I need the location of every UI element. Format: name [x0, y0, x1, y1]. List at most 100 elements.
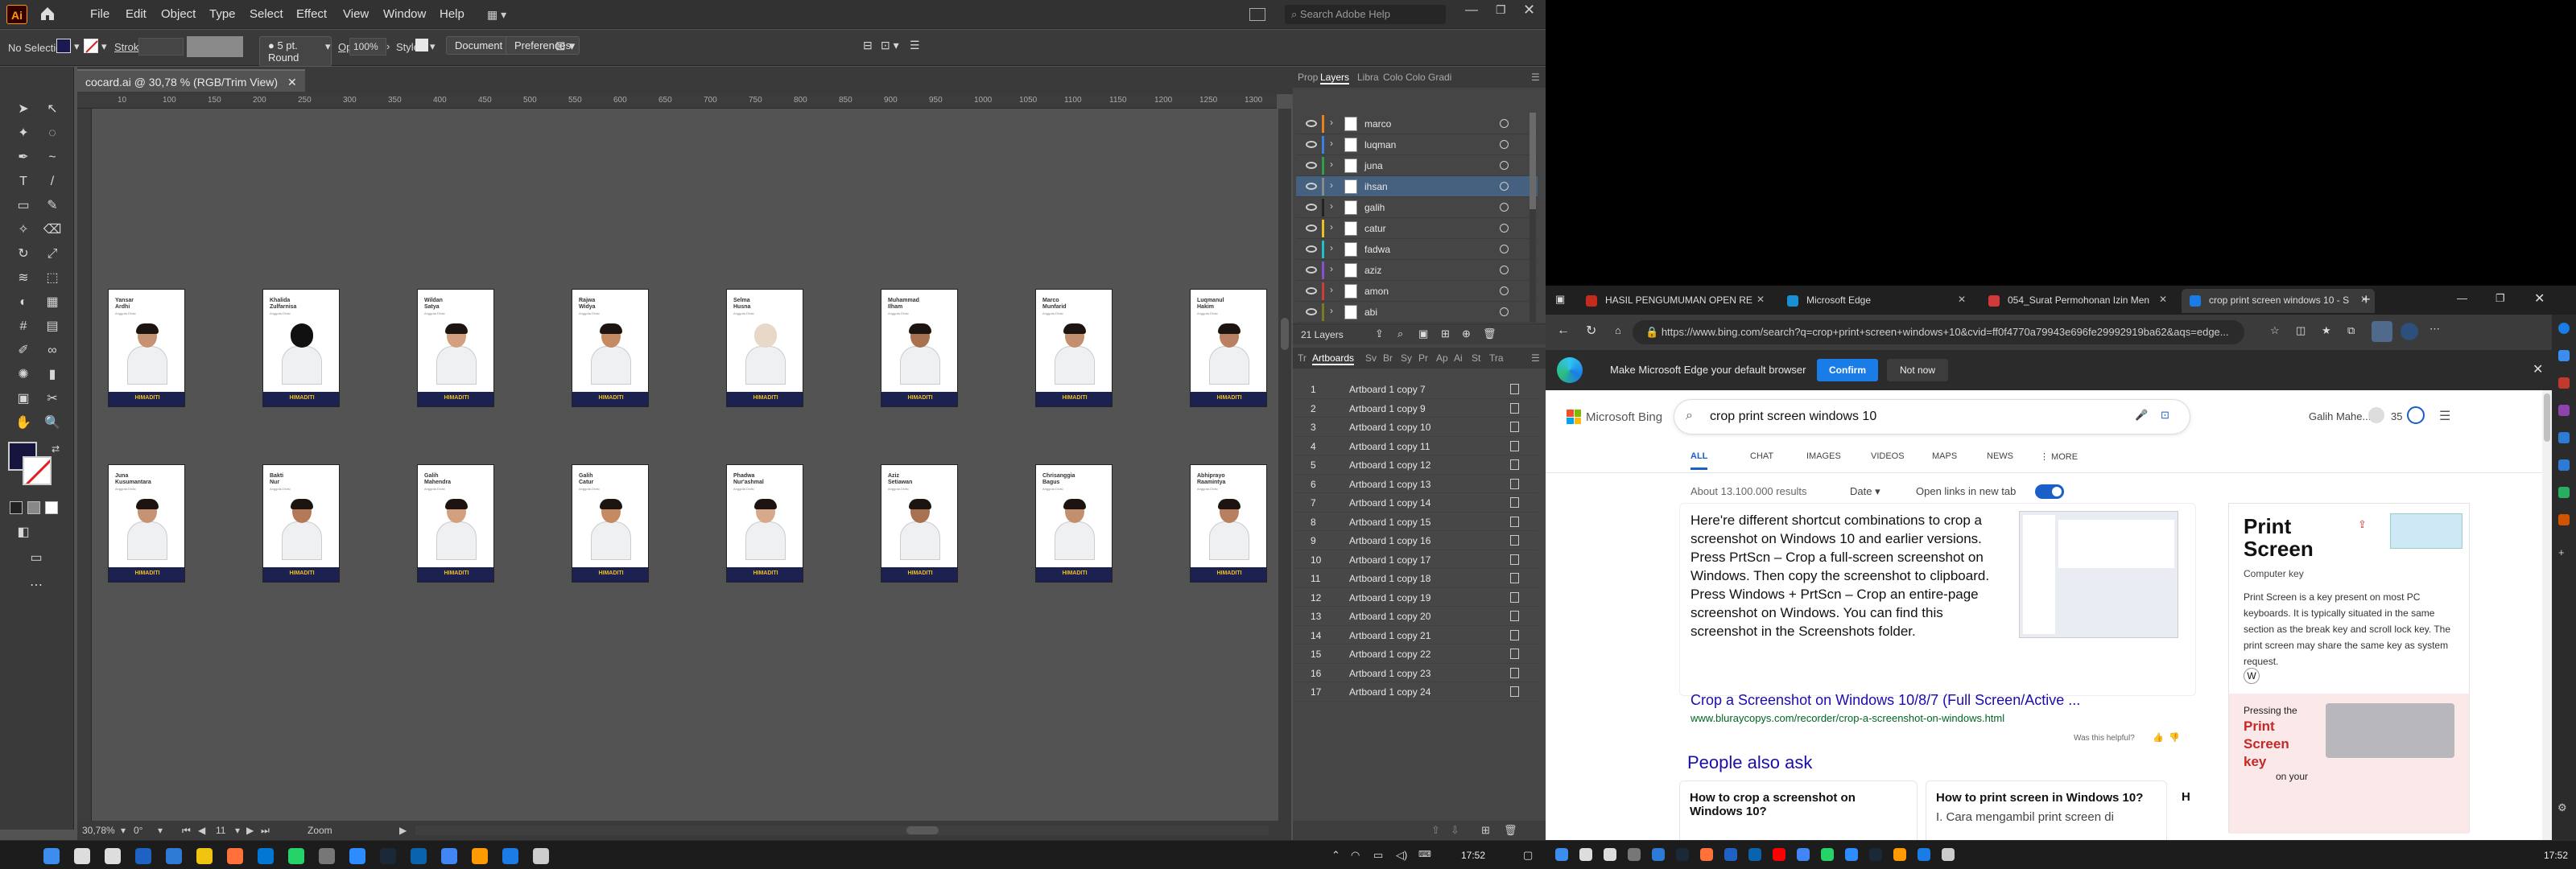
tab-appearance[interactable]: Ap — [1436, 352, 1448, 364]
layer-name[interactable]: galih — [1364, 202, 1385, 213]
new-artboard-icon[interactable]: ⊞ — [1481, 824, 1490, 837]
id-card[interactable]: Galih Mahendra Anggota Divisi HIMADITI — [417, 464, 494, 583]
url-field[interactable]: 🔒 https://www.bing.com/search?q=crop+pri… — [1633, 320, 2244, 344]
firefox-icon[interactable] — [227, 848, 243, 864]
hamburger-menu-icon[interactable]: ☰ — [2439, 408, 2450, 424]
zoom-icon[interactable] — [1845, 848, 1858, 861]
artboard-canvas[interactable]: Yansar Ardhi Anggota Divisi HIMADITI Khali… — [92, 109, 1277, 821]
brush-dropdown-icon[interactable]: ▾ — [325, 40, 331, 53]
shaper-tool-icon[interactable]: ✧ — [13, 220, 34, 241]
expand-chevron-icon[interactable]: › — [1330, 305, 1333, 316]
delete-artboard-icon[interactable]: 🗑 — [1504, 824, 1517, 837]
menu-edit[interactable]: Edit — [126, 7, 147, 21]
id-card[interactable]: Luqmanul Hakim Anggota Divisi HIMADITI — [1190, 289, 1267, 407]
menu-effect[interactable]: Effect — [296, 7, 327, 21]
settings-icon[interactable] — [1628, 848, 1641, 861]
zoom-dropdown-icon[interactable]: ▾ — [121, 825, 126, 836]
layer-name[interactable]: catur — [1364, 223, 1386, 234]
artboard-name[interactable]: Artboard 1 copy 24 — [1349, 686, 1430, 698]
artboard-options-icon[interactable] — [1510, 516, 1519, 527]
next-artboard-icon[interactable]: ▶ — [246, 825, 254, 836]
target-circle-icon[interactable] — [1500, 140, 1509, 149]
steam-icon[interactable] — [380, 848, 396, 864]
artboard-name[interactable]: Artboard 1 copy 23 — [1349, 668, 1430, 679]
expand-chevron-icon[interactable]: › — [1330, 221, 1333, 233]
edit-toolbar-icon[interactable]: ⋯ — [26, 575, 47, 596]
layer-row[interactable]: › luqman — [1296, 134, 1538, 155]
artboard-name[interactable]: Artboard 1 copy 21 — [1349, 630, 1430, 641]
thumbs-down-icon[interactable]: 👎 — [2169, 732, 2180, 743]
refresh-icon[interactable]: ↻ — [1586, 323, 1596, 339]
tab-align[interactable]: Ai — [1454, 352, 1463, 364]
artboard-row[interactable]: 7 Artboard 1 copy 14 — [1296, 493, 1538, 513]
none-mode-icon[interactable] — [45, 501, 58, 514]
layer-row[interactable]: › marco — [1296, 113, 1538, 134]
minimize-button[interactable]: — — [1465, 3, 1478, 18]
artboard-row[interactable]: 16 Artboard 1 copy 23 — [1296, 664, 1538, 682]
send-icon[interactable] — [2558, 459, 2570, 471]
banner-close-icon[interactable]: ✕ — [2533, 361, 2543, 377]
artboard-options-icon[interactable] — [1510, 402, 1519, 414]
artboard-options-icon[interactable] — [1510, 478, 1519, 489]
menu-object[interactable]: Object — [161, 7, 196, 21]
new-tab-button[interactable]: + — [2362, 291, 2371, 308]
tab-more[interactable]: ⋮ MORE — [2040, 451, 2078, 462]
direct-selection-tool-icon[interactable]: ↖ — [42, 99, 63, 120]
artboard-name[interactable]: Artboard 1 copy 17 — [1349, 554, 1430, 566]
tab-maps[interactable]: MAPS — [1932, 451, 1957, 461]
status-mode[interactable]: Zoom — [308, 825, 332, 836]
shopping-icon[interactable] — [2558, 350, 2570, 361]
artboard-name[interactable]: Artboard 1 copy 12 — [1349, 459, 1430, 471]
tab-images[interactable]: IMAGES — [1806, 451, 1841, 461]
expand-chevron-icon[interactable]: › — [1330, 200, 1333, 212]
id-card[interactable]: Aziz Setiawan Anggota Divisi HIMADITI — [881, 464, 958, 583]
security-icon[interactable] — [1652, 848, 1665, 861]
artboards-menu-icon[interactable]: ☰ — [1531, 352, 1540, 364]
settings-more-icon[interactable]: ⋯ — [2429, 323, 2440, 336]
tab-swatches[interactable]: Sv — [1365, 352, 1377, 364]
tab-layers[interactable]: Layers — [1320, 72, 1350, 84]
id-card[interactable]: Selma Husna Anggota Divisi HIMADITI — [726, 289, 803, 407]
start-icon[interactable] — [1555, 848, 1568, 861]
artboard-options-icon[interactable] — [1510, 686, 1519, 697]
profile-avatar[interactable] — [2401, 323, 2418, 340]
tab-transform[interactable]: Tr — [1298, 352, 1307, 364]
tab-pathfinder[interactable]: Pr — [1418, 352, 1428, 364]
mail-icon[interactable] — [1748, 848, 1761, 861]
target-circle-icon[interactable] — [1500, 161, 1509, 170]
clock-left[interactable]: 17:52 — [1461, 850, 1485, 861]
tab-close-icon[interactable]: ✕ — [2159, 294, 2167, 305]
result-title-link[interactable]: Crop a Screenshot on Windows 10/8/7 (Ful… — [1690, 692, 2080, 709]
answer-image[interactable] — [2019, 511, 2178, 638]
edge-restore-button[interactable]: ❐ — [2496, 292, 2505, 305]
artboard-options-icon[interactable] — [1510, 554, 1519, 565]
stroke-weight-stepper[interactable] — [138, 38, 184, 56]
arrange-documents-icon[interactable]: ⊞ ▾ — [555, 39, 575, 53]
search-icon[interactable] — [74, 848, 90, 864]
width-tool-icon[interactable]: ≋ — [13, 268, 34, 289]
artboard-name[interactable]: Artboard 1 copy 14 — [1349, 497, 1430, 509]
visibility-eye-icon[interactable] — [1306, 162, 1317, 169]
visibility-eye-icon[interactable] — [1306, 183, 1317, 190]
horizontal-scrollbar[interactable] — [415, 826, 1269, 835]
panel-menu-icon[interactable]: ☰ — [1531, 72, 1540, 83]
scroll-thumb[interactable] — [1281, 318, 1289, 350]
task-view-icon[interactable] — [105, 848, 121, 864]
file-explorer-icon[interactable] — [196, 848, 213, 864]
rewards-icon[interactable] — [2407, 406, 2425, 424]
last-artboard-icon[interactable]: ⏭ — [261, 825, 270, 837]
artboard-row[interactable]: 8 Artboard 1 copy 15 — [1296, 513, 1538, 531]
artboard-name[interactable]: Artboard 1 copy 15 — [1349, 517, 1430, 528]
artboard-name[interactable]: Artboard 1 copy 7 — [1349, 384, 1426, 395]
id-card[interactable]: Juna Kusumantara Anggota Divisi HIMADITI — [108, 464, 185, 583]
illustrator-icon[interactable] — [472, 848, 488, 864]
page-scrollbar[interactable] — [2542, 390, 2552, 840]
layer-row[interactable]: › ihsan — [1296, 176, 1538, 197]
id-card[interactable]: Bakti Nur Anggota Divisi HIMADITI — [262, 464, 340, 583]
confirm-button[interactable]: Confirm — [1817, 359, 1878, 381]
office-icon[interactable] — [2558, 514, 2570, 525]
artboard-row[interactable]: 11 Artboard 1 copy 18 — [1296, 569, 1538, 588]
move-down-icon[interactable]: ⇩ — [1451, 824, 1459, 837]
tab-chat[interactable]: CHAT — [1750, 451, 1773, 461]
document-tab[interactable]: cocard.ai @ 30,78 % (RGB/Trim View) ✕ — [77, 69, 305, 92]
